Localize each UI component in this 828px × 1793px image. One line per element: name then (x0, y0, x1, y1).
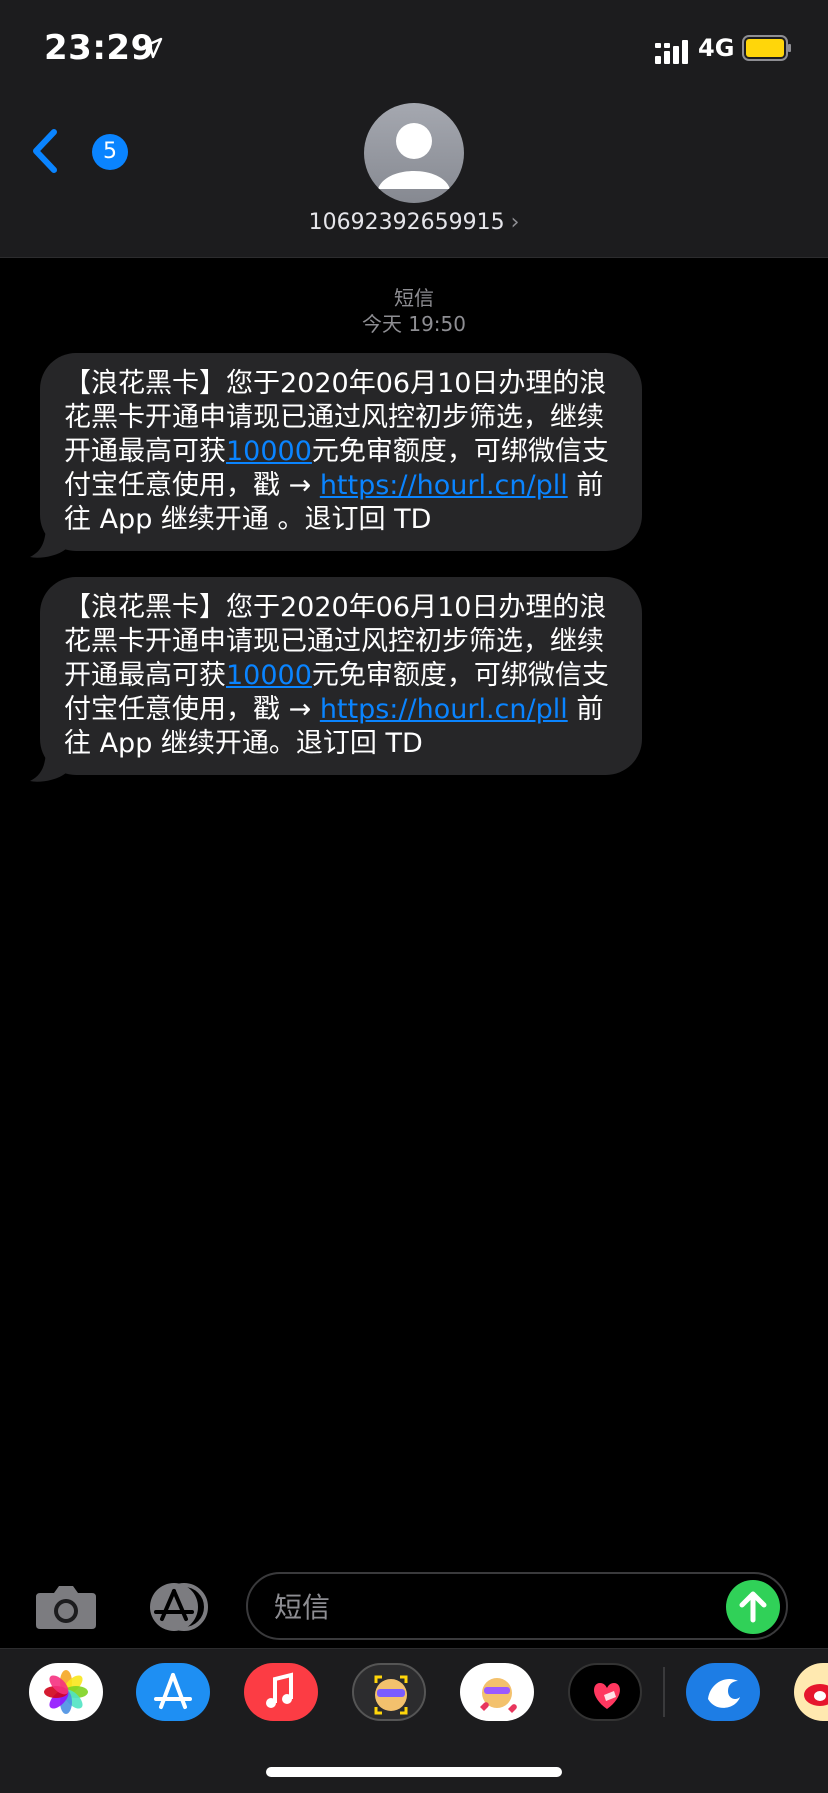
contact-avatar[interactable] (364, 103, 464, 203)
message-timestamp: 今天 19:50 (362, 312, 466, 336)
photos-icon[interactable] (29, 1663, 103, 1721)
url-link[interactable]: https://hourl.cn/pll (320, 694, 568, 725)
bubble-tail (30, 747, 66, 782)
amount-link[interactable]: 10000 (226, 660, 312, 691)
arrow-up-icon (739, 1591, 767, 1623)
network-type: 4G (698, 34, 735, 62)
unread-count-badge: 5 (92, 134, 128, 170)
back-button[interactable]: 5 (30, 126, 128, 176)
contact-info-button[interactable]: 10692392659915 › (0, 210, 828, 235)
app-drawer (0, 1648, 828, 1793)
contact-number: 10692392659915 (308, 210, 505, 235)
bubble-tail (30, 523, 66, 558)
status-bar: 23:29 4G (0, 0, 828, 100)
status-time: 23:29 (44, 28, 155, 68)
weibo-icon[interactable] (794, 1663, 828, 1721)
home-indicator[interactable] (266, 1767, 562, 1777)
chevron-left-icon (33, 129, 57, 173)
location-arrow-icon (141, 37, 163, 59)
send-button[interactable] (726, 1580, 780, 1634)
camera-button[interactable] (34, 1583, 98, 1631)
message-bubble[interactable]: 【浪花黑卡】您于2020年06月10日办理的浪花黑卡开通申请现已通过风控初步筛选… (40, 353, 642, 551)
message-bubble[interactable]: 【浪花黑卡】您于2020年06月10日办理的浪花黑卡开通申请现已通过风控初步筛选… (40, 577, 642, 775)
digital-touch-icon[interactable] (568, 1663, 642, 1721)
memoji-hearts-icon[interactable] (460, 1663, 534, 1721)
message-input[interactable] (272, 1584, 696, 1630)
person-icon (378, 123, 450, 189)
cellular-signal-icon (655, 40, 688, 64)
music-icon[interactable] (244, 1663, 318, 1721)
service-label: 短信 (394, 286, 434, 310)
message-input-container (246, 1572, 788, 1640)
app-store-button[interactable] (140, 1582, 212, 1632)
drawer-divider (663, 1667, 665, 1717)
url-link[interactable]: https://hourl.cn/pll (320, 470, 568, 501)
memoji-icon[interactable] (352, 1663, 426, 1721)
ctrip-icon[interactable] (686, 1663, 760, 1721)
chevron-right-icon: › (510, 210, 520, 235)
battery-icon (742, 35, 791, 61)
app-store-icon[interactable] (136, 1663, 210, 1721)
amount-link[interactable]: 10000 (226, 436, 312, 467)
conversation-header: 5 10692392659915 › (0, 100, 828, 258)
